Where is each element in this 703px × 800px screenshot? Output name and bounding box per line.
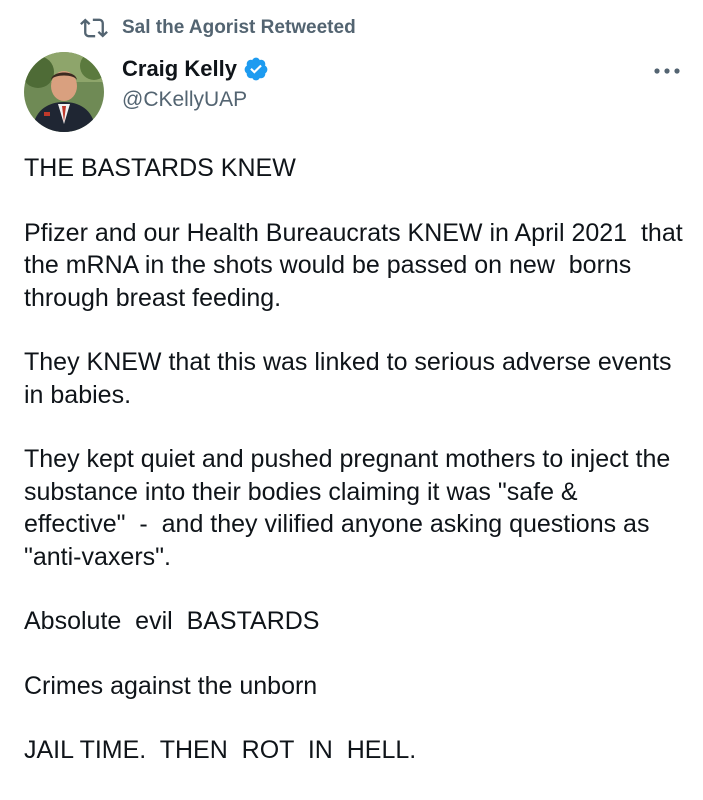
- tweet-paragraph: THE BASTARDS KNEW: [24, 154, 296, 182]
- tweet-paragraph: JAIL TIME. THEN ROT IN HELL.: [24, 736, 417, 764]
- more-options-icon[interactable]: [653, 66, 681, 76]
- tweet-paragraph: They KNEW that this was linked to seriou…: [24, 348, 679, 409]
- retweet-icon: [80, 18, 108, 38]
- tweet-text: THE BASTARDS KNEW Pfizer and our Health …: [24, 152, 684, 799]
- tweet-paragraph: They kept quiet and pushed pregnant moth…: [24, 445, 678, 571]
- avatar[interactable]: [24, 52, 104, 132]
- handle[interactable]: @CKellyUAP: [122, 88, 269, 112]
- tweet[interactable]: Sal the Agorist Retweeted Craig Kelly @C…: [0, 0, 703, 800]
- author-block[interactable]: Craig Kelly @CKellyUAP: [122, 56, 269, 112]
- retweet-context[interactable]: Sal the Agorist Retweeted: [80, 14, 356, 42]
- tweet-paragraph: Pfizer and our Health Bureaucrats KNEW i…: [24, 218, 690, 312]
- verified-badge-icon: [244, 57, 268, 81]
- display-name[interactable]: Craig Kelly: [122, 56, 237, 82]
- retweet-label: Sal the Agorist Retweeted: [122, 17, 356, 38]
- tweet-paragraph: Crimes against the unborn: [24, 671, 318, 700]
- avatar-photo: [24, 52, 104, 132]
- tweet-paragraph: Absolute evil BASTARDS: [24, 607, 320, 635]
